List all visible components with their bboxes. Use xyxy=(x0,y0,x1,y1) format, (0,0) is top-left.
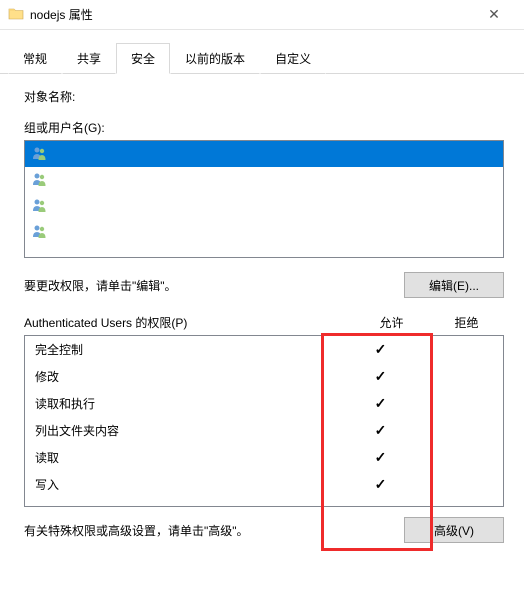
groups-label: 组或用户名(G): xyxy=(24,119,504,136)
permission-name: 修改 xyxy=(35,368,343,385)
permission-name: 写入 xyxy=(35,476,343,493)
permission-name: 读取和执行 xyxy=(35,395,343,412)
tab-custom[interactable]: 自定义 xyxy=(260,43,326,74)
permission-row: 修改✓ xyxy=(25,363,503,390)
permissions-listbox[interactable]: 完全控制✓修改✓读取和执行✓列出文件夹内容✓读取✓写入✓ xyxy=(24,335,504,507)
permission-allow-mark: ✓ xyxy=(343,476,418,493)
tab-previous[interactable]: 以前的版本 xyxy=(170,43,260,74)
tab-security[interactable]: 安全 xyxy=(116,43,170,74)
edit-button[interactable]: 编辑(E)... xyxy=(404,272,504,298)
list-item[interactable] xyxy=(25,141,503,167)
permission-allow-mark: ✓ xyxy=(343,341,418,358)
tab-general[interactable]: 常规 xyxy=(8,43,62,74)
adv-hint: 有关特殊权限或高级设置，请单击"高级"。 xyxy=(24,522,404,539)
close-icon[interactable]: ✕ xyxy=(476,6,516,23)
list-item[interactable] xyxy=(25,167,503,193)
permission-row: 完全控制✓ xyxy=(25,336,503,363)
advanced-button[interactable]: 高级(V) xyxy=(404,517,504,543)
permission-name: 完全控制 xyxy=(35,341,343,358)
permission-row: 列出文件夹内容✓ xyxy=(25,417,503,444)
permission-name: 列出文件夹内容 xyxy=(35,422,343,439)
perm-title: Authenticated Users 的权限(P) xyxy=(24,314,354,331)
adv-row: 有关特殊权限或高级设置，请单击"高级"。 高级(V) xyxy=(24,517,504,543)
list-item[interactable] xyxy=(25,193,503,219)
object-row: 对象名称: xyxy=(24,88,504,105)
permission-allow-mark: ✓ xyxy=(343,449,418,466)
list-item[interactable] xyxy=(25,219,503,245)
perm-header: Authenticated Users 的权限(P) 允许 拒绝 xyxy=(24,314,504,331)
col-deny: 拒绝 xyxy=(429,314,504,331)
permission-row: 写入✓ xyxy=(25,471,503,498)
edit-hint: 要更改权限，请单击"编辑"。 xyxy=(24,277,404,294)
object-label: 对象名称: xyxy=(24,88,75,105)
users-listbox[interactable] xyxy=(24,140,504,258)
window-title: nodejs 属性 xyxy=(30,6,93,23)
permission-row: 读取✓ xyxy=(25,444,503,471)
col-allow: 允许 xyxy=(354,314,429,331)
tab-content-security: 对象名称: 组或用户名(G): 要更改权限，请单击"编辑"。 编辑(E)... … xyxy=(0,74,524,553)
permission-allow-mark: ✓ xyxy=(343,395,418,412)
title-bar: nodejs 属性 ✕ xyxy=(0,0,524,30)
tab-share[interactable]: 共享 xyxy=(62,43,116,74)
permission-allow-mark: ✓ xyxy=(343,422,418,439)
edit-row: 要更改权限，请单击"编辑"。 编辑(E)... xyxy=(24,272,504,298)
permission-row: 读取和执行✓ xyxy=(25,390,503,417)
tabs: 常规 共享 安全 以前的版本 自定义 xyxy=(0,42,524,74)
permission-allow-mark: ✓ xyxy=(343,368,418,385)
folder-icon xyxy=(8,6,24,23)
permission-name: 读取 xyxy=(35,449,343,466)
